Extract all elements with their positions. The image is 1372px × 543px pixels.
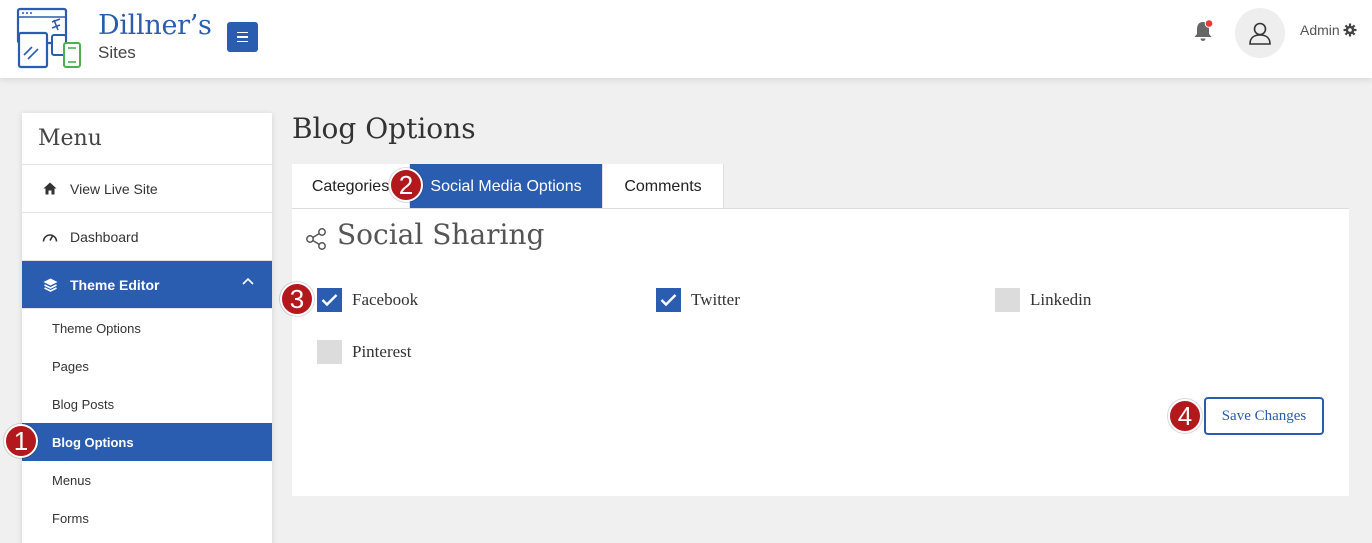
admin-label: Admin xyxy=(1300,22,1340,38)
pinterest-checkbox[interactable] xyxy=(317,340,342,364)
sidebar-item-theme-editor[interactable]: Theme Editor xyxy=(22,261,272,309)
share-icon xyxy=(306,228,326,250)
logo-icon xyxy=(16,7,81,69)
save-changes-button[interactable]: Save Changes xyxy=(1204,397,1324,435)
hamburger-icon-bar xyxy=(237,40,248,43)
logo-title: Dillner’s xyxy=(98,10,212,41)
section-title: Social Sharing xyxy=(337,218,545,251)
tab-bar: Categories Social Media Options Comments xyxy=(292,164,724,209)
twitter-checkbox[interactable] xyxy=(656,288,681,312)
checkmark-icon xyxy=(660,294,677,307)
sidebar-subitem-menus[interactable]: Menus xyxy=(22,461,272,499)
menu-toggle-button[interactable] xyxy=(227,22,258,52)
sidebar: Menu View Live Site Dashboard Theme Edit… xyxy=(22,113,272,543)
gear-icon xyxy=(1343,23,1357,37)
home-icon xyxy=(42,181,58,197)
sidebar-item-label: Dashboard xyxy=(70,228,139,245)
chevron-up-icon[interactable] xyxy=(242,277,254,285)
pinterest-option[interactable]: Pinterest xyxy=(317,340,412,364)
sidebar-item-view-live-site[interactable]: View Live Site xyxy=(22,165,272,213)
sidebar-item-label: View Live Site xyxy=(70,180,158,197)
user-avatar[interactable] xyxy=(1235,8,1285,58)
logo-subtitle: Sites xyxy=(98,43,136,62)
sidebar-subitem-blog-options[interactable]: Blog Options xyxy=(22,423,272,461)
hamburger-icon-bar xyxy=(237,36,248,38)
sidebar-subitem-theme-options[interactable]: Theme Options xyxy=(22,309,272,347)
sidebar-subitem-pages[interactable]: Pages xyxy=(22,347,272,385)
admin-menu[interactable]: Admin xyxy=(1300,22,1357,38)
hamburger-icon-bar xyxy=(237,31,248,34)
linkedin-label: Linkedin xyxy=(1030,290,1092,309)
linkedin-checkbox[interactable] xyxy=(995,288,1020,312)
linkedin-option[interactable]: Linkedin xyxy=(995,288,1091,312)
callout-badge-3: 3 xyxy=(280,282,314,316)
sidebar-item-dashboard[interactable]: Dashboard xyxy=(22,213,272,261)
facebook-option[interactable]: Facebook xyxy=(317,288,418,312)
page-title: Blog Options xyxy=(292,112,476,145)
social-sharing-panel: Social Sharing Facebook Twitter Linkedin… xyxy=(292,208,1349,496)
facebook-checkbox[interactable] xyxy=(317,288,342,312)
twitter-option[interactable]: Twitter xyxy=(656,288,740,312)
menu-title: Menu xyxy=(22,113,272,165)
dashboard-icon xyxy=(42,229,58,245)
notification-bell-icon[interactable] xyxy=(1191,19,1215,43)
tab-social-media-options[interactable]: Social Media Options xyxy=(410,164,603,209)
top-header: Dillner’s Sites Admin xyxy=(0,0,1372,78)
checkmark-icon xyxy=(321,294,338,307)
user-icon xyxy=(1249,22,1271,45)
facebook-label: Facebook xyxy=(352,290,419,309)
callout-badge-4: 4 xyxy=(1168,399,1202,433)
sidebar-subitem-blog-posts[interactable]: Blog Posts xyxy=(22,385,272,423)
pinterest-label: Pinterest xyxy=(352,342,412,361)
layers-icon xyxy=(42,277,58,293)
callout-badge-2: 2 xyxy=(389,168,423,202)
twitter-label: Twitter xyxy=(691,290,740,309)
tab-comments[interactable]: Comments xyxy=(603,164,724,209)
sidebar-item-label: Theme Editor xyxy=(70,276,160,293)
callout-badge-1: 1 xyxy=(4,424,38,458)
sidebar-subitem-forms[interactable]: Forms xyxy=(22,499,272,537)
